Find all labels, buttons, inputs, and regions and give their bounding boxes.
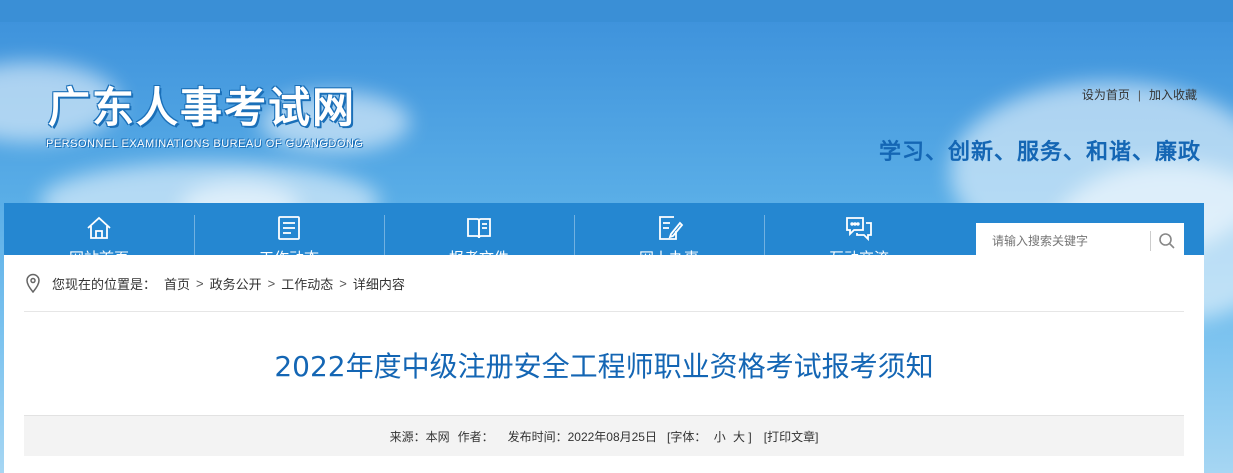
article-publish-date: 发布时间：2022年08月25日 [507, 429, 657, 444]
set-home-link[interactable]: 设为首页 [1082, 88, 1130, 102]
top-links: 设为首页 | 加入收藏 [1082, 86, 1197, 103]
top-bar [0, 0, 1233, 22]
breadcrumb-arrow: > [267, 275, 276, 291]
site-slogan: 学习、创新、服务、和谐、廉政 [878, 140, 1201, 165]
breadcrumb-prefix: 您现在的位置是： [52, 276, 157, 292]
font-large-button[interactable]: 大 [733, 430, 745, 444]
font-size-prefix: [字体： [667, 429, 707, 444]
site-logo-subtitle: PERSONNEL EXAMINATIONS BUREAU OF GUANGDO… [46, 138, 364, 150]
top-links-separator: | [1137, 88, 1141, 102]
book-icon [467, 217, 491, 238]
chat-icon [846, 216, 872, 241]
font-size-suffix: ] [748, 429, 752, 444]
print-article-button[interactable]: [打印文章] [764, 428, 819, 445]
article-meta: 来源：本网 作者： 发布时间：2022年08月25日 [字体： 小 大 ] [打… [24, 415, 1184, 456]
breadcrumb: 您现在的位置是： 首页 > 政务公开 > 工作动态 > 详细内容 [24, 273, 405, 293]
font-small-button[interactable]: 小 [714, 430, 726, 444]
breadcrumb-divider [24, 311, 1184, 312]
search-box [976, 223, 1184, 259]
search-button[interactable] [1151, 223, 1184, 259]
edit-document-icon [659, 215, 684, 240]
search-icon [1159, 233, 1176, 249]
breadcrumb-current: 详细内容 [352, 276, 405, 292]
news-list-icon [278, 215, 300, 240]
breadcrumb-government-affairs[interactable]: 政务公开 [210, 274, 262, 293]
content-area: 您现在的位置是： 首页 > 政务公开 > 工作动态 > 详细内容 2022年度中… [4, 255, 1204, 473]
location-pin-icon [26, 273, 40, 293]
search-input[interactable] [990, 233, 1144, 249]
breadcrumb-arrow: > [339, 275, 347, 291]
breadcrumb-home[interactable]: 首页 [164, 274, 190, 293]
breadcrumb-arrow: > [196, 275, 204, 291]
article-author: 作者： [457, 429, 494, 444]
article-source: 来源：本网 [389, 429, 450, 444]
home-icon [87, 216, 111, 239]
site-logo-title: 广东人事考试网 [48, 83, 357, 132]
add-favorite-link[interactable]: 加入收藏 [1149, 88, 1197, 102]
breadcrumb-work-news[interactable]: 工作动态 [281, 274, 333, 293]
article-title: 2022年度中级注册安全工程师职业资格考试报考须知 [274, 350, 934, 383]
font-size-control: [字体： 小 大 ] [667, 428, 752, 445]
